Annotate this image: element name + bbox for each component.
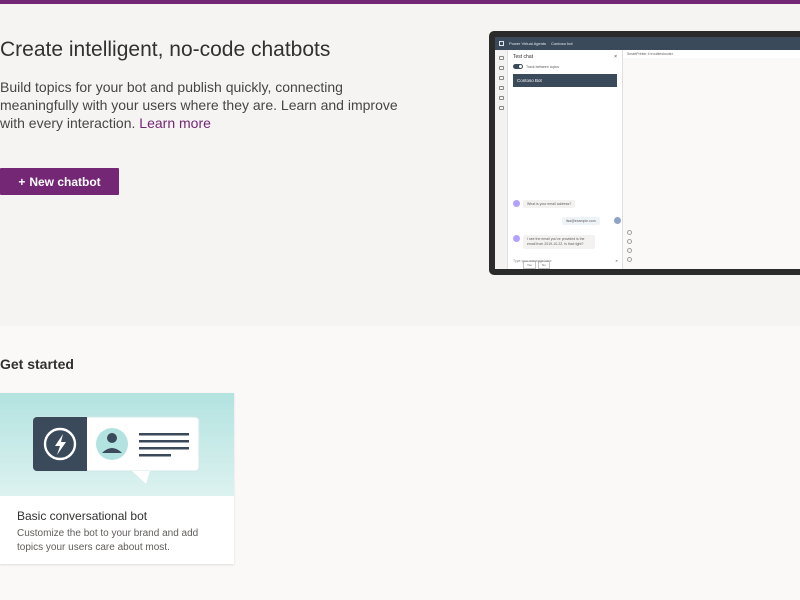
hero-description: Build topics for your bot and publish qu… <box>0 78 405 132</box>
close-icon: × <box>614 54 617 60</box>
entities-icon <box>498 76 504 80</box>
fit-icon <box>627 248 632 253</box>
analytics-icon <box>498 86 504 90</box>
mockup-authoring-canvas: SmartPrinter 4 troubleshooter <box>623 50 800 269</box>
send-icon: ➤ <box>615 259 618 263</box>
settings-icon <box>498 106 504 110</box>
learn-more-link[interactable]: Learn more <box>139 115 211 131</box>
publish-icon <box>498 96 504 100</box>
card-title: Basic conversational bot <box>17 509 148 523</box>
bot-avatar-icon <box>513 200 520 207</box>
chat-message: lisa@example.com <box>562 217 600 225</box>
input-placeholder: Type your message here <box>513 259 552 263</box>
map-icon <box>627 257 632 262</box>
mockup-bot-header: Contoso Bot <box>513 74 617 87</box>
basic-conversational-bot-card[interactable]: Basic conversational bot Customize the b… <box>0 393 234 564</box>
new-chatbot-button[interactable]: + New chatbot <box>0 168 119 195</box>
home-icon <box>498 56 504 60</box>
new-chatbot-label: New chatbot <box>29 174 101 189</box>
user-avatar-icon <box>614 217 621 224</box>
toggle-label: Track between topics <box>526 64 559 69</box>
get-started-heading: Get started <box>0 356 74 372</box>
test-chat-header: Test chat × <box>508 50 622 64</box>
track-topics-toggle-row: Track between topics <box>508 64 622 69</box>
card-description: Customize the bot to your brand and add … <box>17 528 199 553</box>
chat-message: What is your email address? <box>523 200 576 208</box>
mockup-screen: Power Virtual Agents Contoso bot Test ch… <box>495 37 800 269</box>
zoom-controls <box>627 230 635 266</box>
test-chat-title: Test chat <box>513 54 534 60</box>
plus-icon: + <box>18 174 26 189</box>
mockup-bot-name: Contoso bot <box>551 41 573 46</box>
hero-title: Create intelligent, no-code chatbots <box>0 38 331 61</box>
chat-bubble-illustration <box>32 416 200 484</box>
chat-message: I see the email you've provided is the e… <box>523 235 595 249</box>
mockup-app-bar: Power Virtual Agents Contoso bot <box>495 37 800 50</box>
toggle-switch <box>513 64 523 69</box>
laptop-mockup: Power Virtual Agents Contoso bot Test ch… <box>489 31 800 275</box>
bot-avatar-icon <box>513 235 520 242</box>
mockup-test-chat-panel: Test chat × Track between topics Contoso… <box>508 50 623 269</box>
canvas-title: SmartPrinter 4 troubleshooter <box>623 50 800 58</box>
zoom-out-icon <box>627 239 632 244</box>
waffle-icon <box>499 41 504 46</box>
mockup-message-input: Type your message here ➤ <box>513 259 618 263</box>
mockup-left-rail <box>495 50 508 269</box>
topics-icon <box>498 66 504 70</box>
mockup-app-name: Power Virtual Agents <box>509 41 547 46</box>
zoom-in-icon <box>627 230 632 235</box>
card-illustration <box>0 393 234 496</box>
